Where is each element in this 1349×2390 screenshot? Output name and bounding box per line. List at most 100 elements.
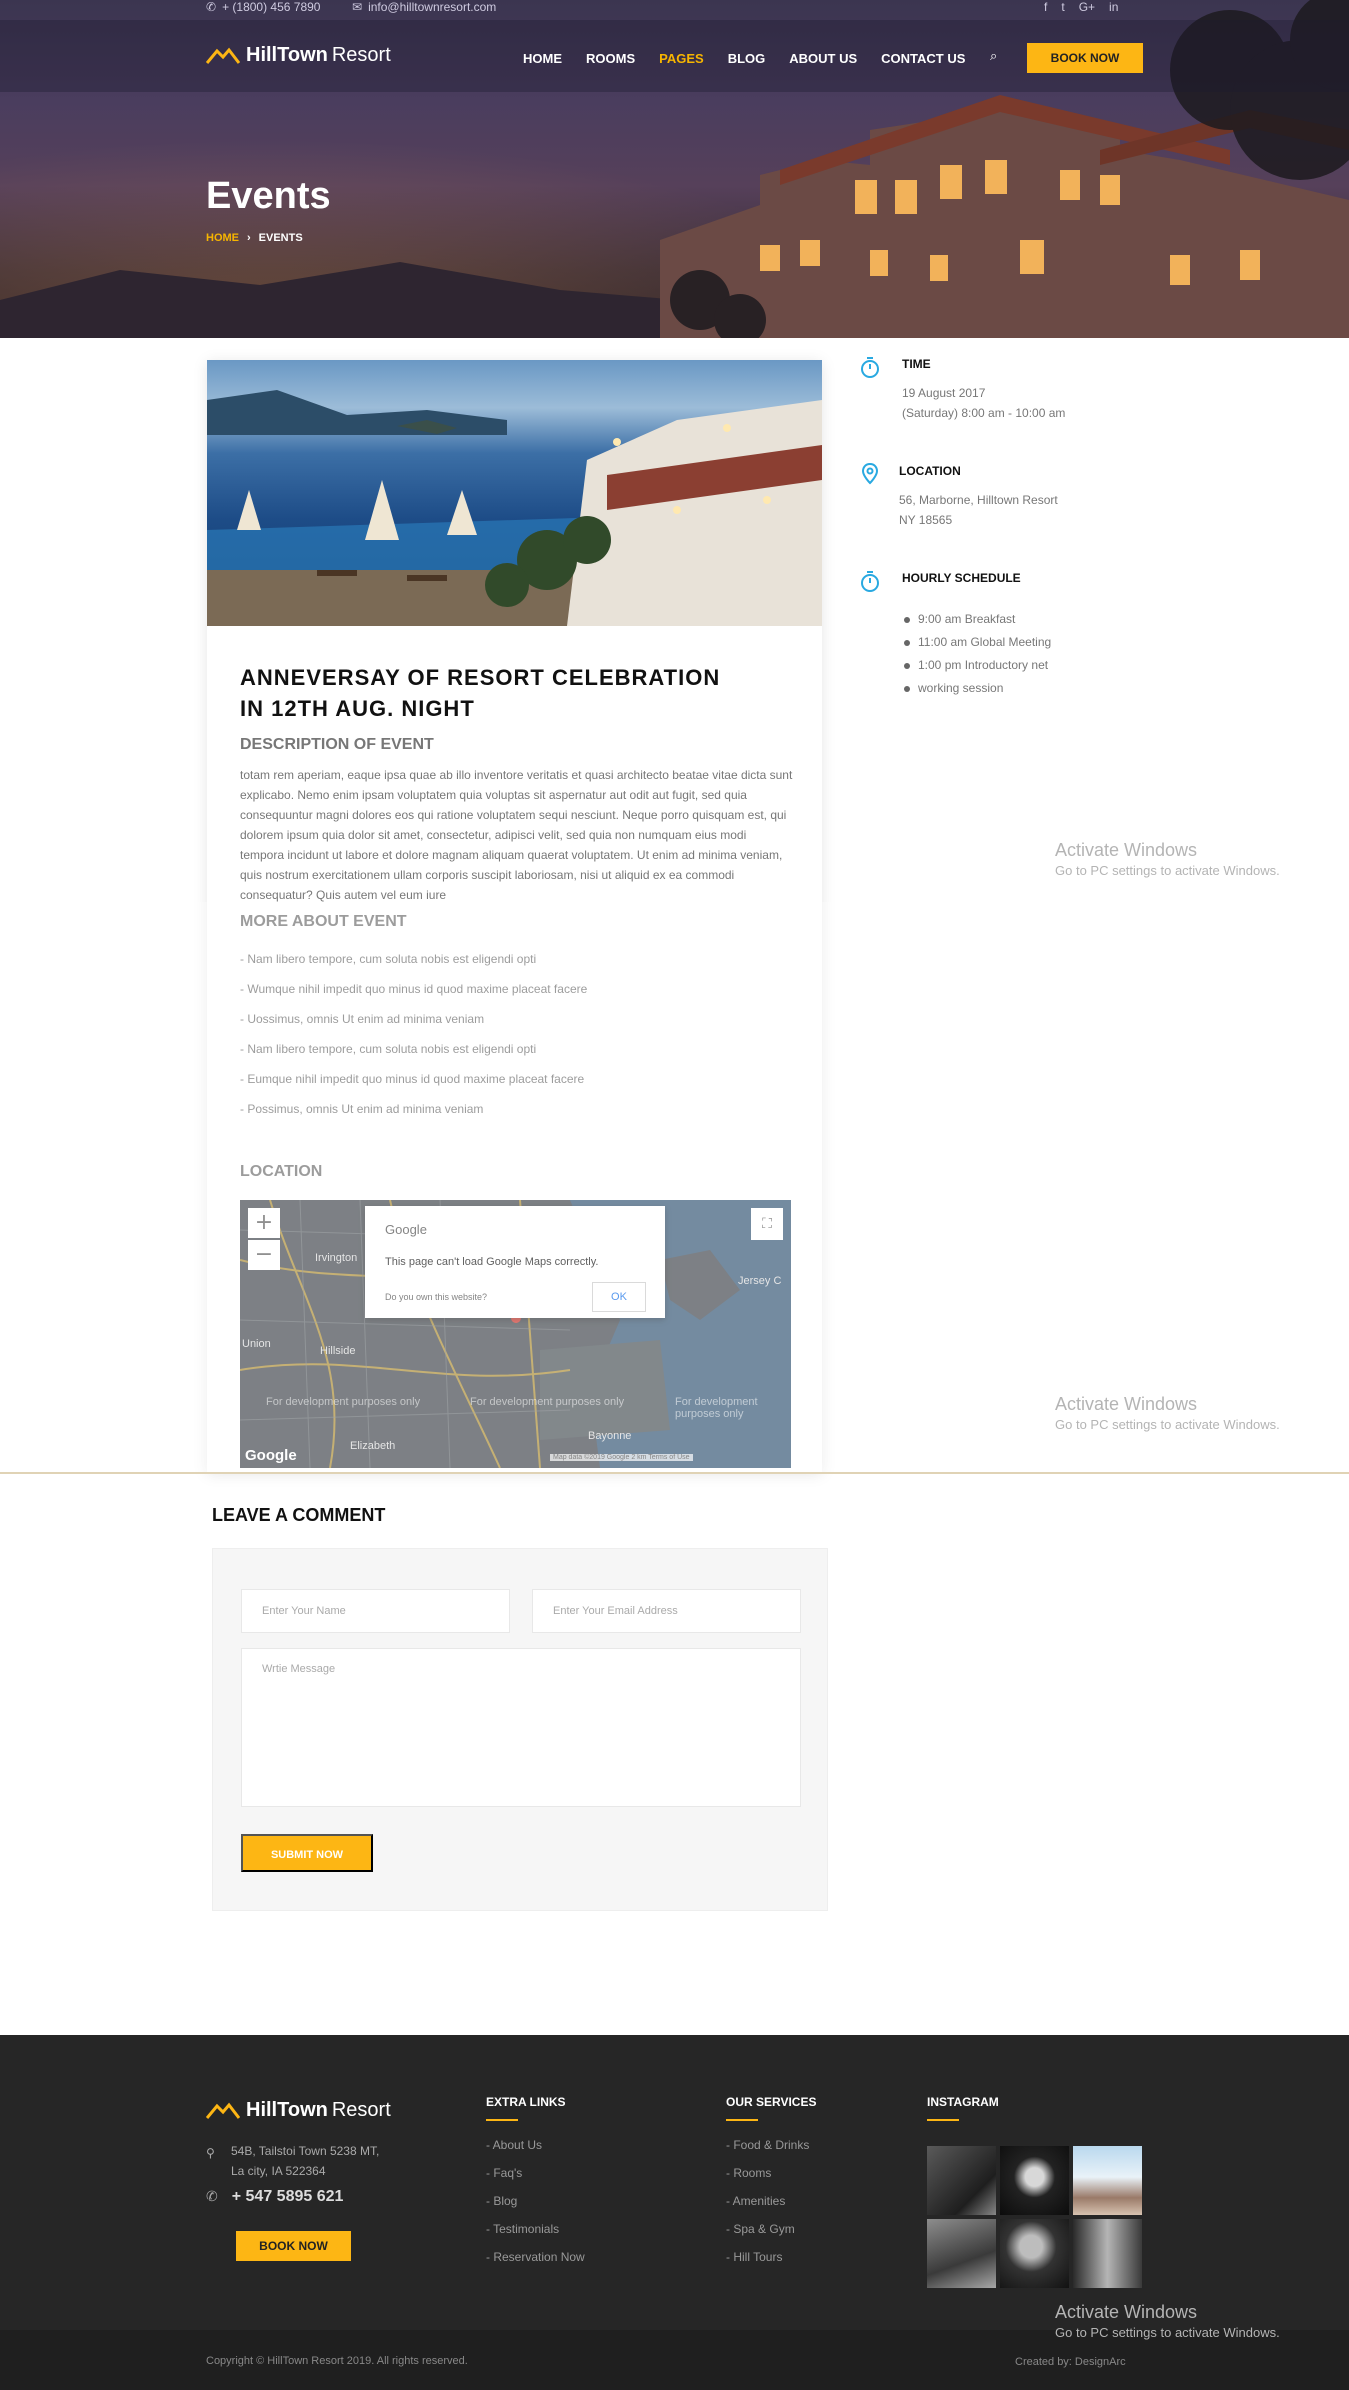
footer-link-about[interactable]: - About Us — [486, 2138, 585, 2166]
top-bar: ✆ + (1800) 456 7890 ✉ info@hilltownresort.… — [0, 0, 1349, 14]
section-divider — [0, 1472, 1349, 1474]
instagram-photo[interactable] — [1073, 2146, 1142, 2215]
footer-link-faqs[interactable]: - Faq's — [486, 2166, 585, 2194]
topbar-email[interactable]: ✉ info@hilltownresort.com — [352, 0, 496, 14]
location-pin-icon — [861, 462, 879, 485]
submit-comment-button[interactable]: SUBMIT NOW — [241, 1834, 373, 1872]
heading-underline — [927, 2119, 959, 2121]
extra-links-heading: EXTRA LINKS — [486, 2095, 566, 2109]
map-label: Jersey C — [738, 1275, 782, 1287]
heading-underline — [726, 2119, 758, 2121]
facebook-icon[interactable]: f — [1044, 0, 1047, 14]
map-ok-button[interactable]: OK — [592, 1282, 646, 1312]
nav-blog[interactable]: BLOG — [728, 51, 766, 66]
footer-link-tours[interactable]: - Hill Tours — [726, 2250, 816, 2278]
schedule-list: 9:00 am Breakfast 11:00 am Global Meetin… — [902, 612, 1051, 704]
nav-pages[interactable]: PAGES — [659, 51, 704, 66]
instagram-photo[interactable] — [927, 2146, 996, 2215]
list-item: - Nam libero tempore, cum soluta nobis e… — [240, 1042, 537, 1056]
zoom-in-button[interactable]: + — [248, 1208, 280, 1238]
email-input[interactable] — [532, 1589, 801, 1633]
linkedin-icon[interactable]: in — [1109, 0, 1118, 14]
mountain-logo-icon — [206, 47, 240, 64]
fullscreen-icon[interactable]: ⛶ — [751, 1208, 783, 1240]
main-nav: HOME ROOMS PAGES BLOG ABOUT US CONTACT U… — [523, 51, 965, 66]
description-heading: DESCRIPTION OF EVENT — [240, 736, 434, 753]
instagram-photo[interactable] — [1073, 2219, 1142, 2288]
services-heading: OUR SERVICES — [726, 2095, 817, 2109]
list-item: 1:00 pm Introductory net — [902, 658, 1051, 681]
site-footer: HillTown Resort ⚲ 54B, Tailstoi Town 5238… — [0, 2035, 1349, 2330]
event-photo — [207, 360, 822, 626]
heading-underline — [486, 2119, 518, 2121]
sidebar-time-date: 19 August 2017 — [902, 386, 986, 400]
nav-rooms[interactable]: ROOMS — [586, 51, 635, 66]
footer-book-now-button[interactable]: BOOK NOW — [236, 2231, 351, 2261]
social-links: f t G+ in — [1044, 0, 1118, 14]
location-heading: LOCATION — [240, 1163, 323, 1180]
dev-watermark: For development purposes only — [470, 1396, 625, 1408]
services-column: OUR SERVICES - Food & Drinks - Rooms - A… — [726, 2095, 816, 2278]
list-item: 11:00 am Global Meeting — [902, 635, 1051, 658]
sidebar-location-zip: NY 18565 — [899, 513, 953, 527]
extra-links-column: EXTRA LINKS - About Us - Faq's - Blog - … — [486, 2095, 585, 2278]
message-textarea[interactable] — [241, 1648, 801, 1807]
nav-home[interactable]: HOME — [523, 51, 562, 66]
breadcrumb-home[interactable]: HOME — [206, 232, 239, 244]
page-title: Events — [206, 175, 331, 217]
activation-watermark: Activate Windows Go to PC settings to ac… — [1055, 2302, 1280, 2340]
breadcrumb: HOME › EVENTS — [206, 232, 303, 244]
comment-form: SUBMIT NOW — [212, 1548, 828, 1911]
phone-icon: ✆ — [206, 0, 217, 14]
zoom-out-button[interactable]: − — [248, 1240, 280, 1270]
site-logo[interactable]: HillTown Resort — [206, 44, 391, 67]
instagram-photo[interactable] — [927, 2219, 996, 2288]
map-error-dialog: Google This page can't load Google Maps … — [365, 1206, 665, 1318]
mail-icon: ✉ — [352, 0, 363, 14]
comment-heading: LEAVE A COMMENT — [212, 1505, 386, 1525]
footer-link-amenities[interactable]: - Amenities — [726, 2194, 816, 2222]
map-terms[interactable]: Map data ©2019 Google 2 km Terms of Use — [550, 1454, 693, 1461]
more-about-list: - Nam libero tempore, cum soluta nobis e… — [240, 952, 587, 1132]
more-about-heading: MORE ABOUT EVENT — [240, 913, 407, 930]
list-item: - Wumque nihil impedit quo minus id quod… — [240, 982, 588, 996]
google-plus-icon[interactable]: G+ — [1079, 0, 1095, 14]
event-card: ANNEVERSAY OF RESORT CELEBRATION IN 12TH… — [207, 360, 822, 1472]
instagram-column: INSTAGRAM — [927, 2095, 999, 2121]
book-now-button[interactable]: BOOK NOW — [1027, 43, 1143, 73]
footer-link-blog[interactable]: - Blog — [486, 2194, 585, 2222]
map-label: Bayonne — [588, 1430, 632, 1442]
footer-logo[interactable]: HillTown Resort — [206, 2099, 391, 2122]
google-logo: Google — [245, 1447, 297, 1464]
list-item: - Possimus, omnis Ut enim ad minima veni… — [240, 1102, 484, 1116]
topbar-phone[interactable]: ✆ + (1800) 456 7890 — [206, 0, 320, 14]
nav-about-us[interactable]: ABOUT US — [789, 51, 857, 66]
sidebar-schedule-heading: HOURLY SCHEDULE — [902, 571, 1021, 585]
map-label: Irvington — [315, 1252, 358, 1264]
copyright: Copyright © HillTown Resort 2019. All ri… — [206, 2355, 468, 2367]
footer-phone[interactable]: ✆ + 547 5895 621 — [206, 2188, 343, 2206]
list-item: - Eumque nihil impedit quo minus id quod… — [240, 1072, 585, 1086]
footer-link-food[interactable]: - Food & Drinks — [726, 2138, 816, 2166]
list-item: working session — [902, 681, 1051, 704]
name-input[interactable] — [241, 1589, 510, 1633]
footer-link-spa[interactable]: - Spa & Gym — [726, 2222, 816, 2250]
own-website-link[interactable]: Do you own this website? — [385, 1292, 487, 1302]
footer-link-testimonials[interactable]: - Testimonials — [486, 2222, 585, 2250]
sidebar-time-hours: (Saturday) 8:00 am - 10:00 am — [902, 406, 1066, 420]
footer-link-reservation[interactable]: - Reservation Now — [486, 2250, 585, 2278]
breadcrumb-current: EVENTS — [258, 232, 303, 244]
mountain-logo-icon — [206, 2102, 240, 2119]
twitter-icon[interactable]: t — [1061, 0, 1064, 14]
search-icon[interactable]: ⌕ — [990, 49, 997, 64]
nav-contact-us[interactable]: CONTACT US — [881, 51, 965, 66]
location-map[interactable]: Irvington Union Hillside Elizabeth Jerse… — [240, 1200, 791, 1468]
list-item: 9:00 am Breakfast — [902, 612, 1051, 635]
list-item: - Nam libero tempore, cum soluta nobis e… — [240, 952, 537, 966]
navbar: HillTown Resort HOME ROOMS PAGES BLOG ABO… — [0, 20, 1349, 92]
instagram-photo[interactable] — [1000, 2146, 1069, 2215]
instagram-photo[interactable] — [1000, 2219, 1069, 2288]
breadcrumb-separator-icon: › — [247, 232, 251, 244]
footer-link-rooms[interactable]: - Rooms — [726, 2166, 816, 2194]
sidebar-location-heading: LOCATION — [899, 464, 961, 478]
